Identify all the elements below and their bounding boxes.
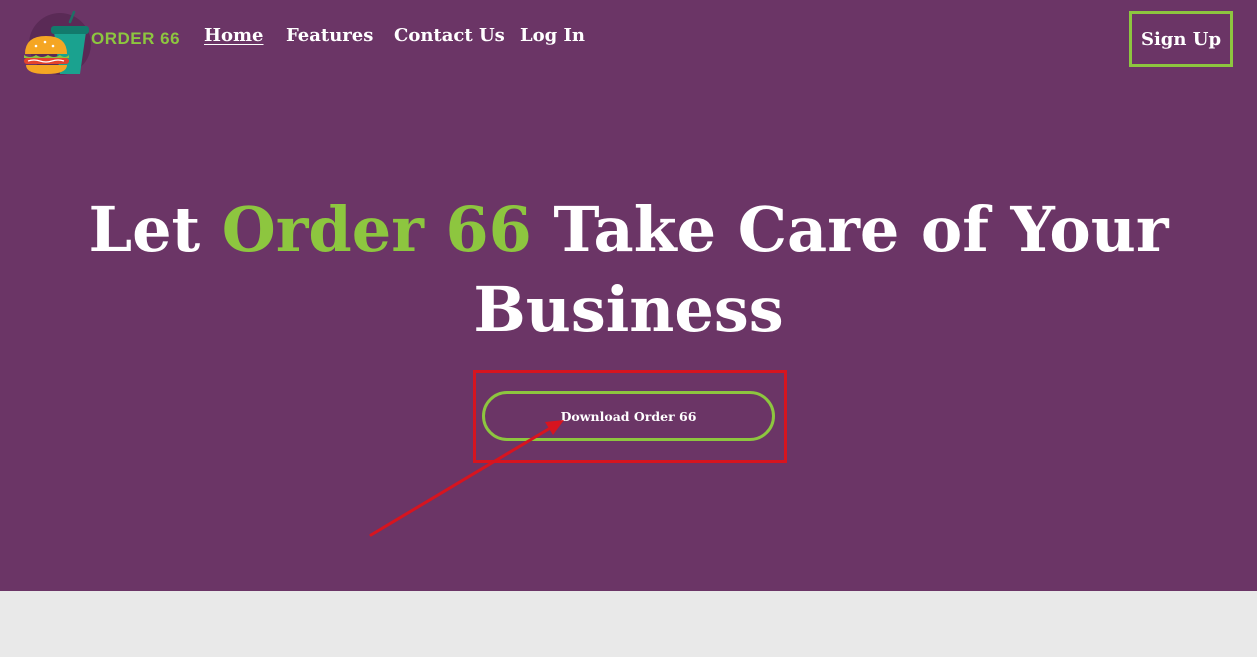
nav-link-features[interactable]: Features [286,25,373,46]
hero-section: ORDER 66 Home Features Contact Us Log In… [0,0,1257,591]
headline-brand-accent: Order 66 [221,193,532,266]
hero-headline: Let Order 66 Take Care of Your Business [0,190,1257,350]
headline-prefix: Let [88,193,222,266]
headline-suffix: Take Care of Your Business [473,193,1169,346]
nav-link-log-in[interactable]: Log In [520,25,585,46]
annotation-highlight-box [473,370,787,463]
sign-up-button[interactable]: Sign Up [1129,11,1233,67]
nav-link-home[interactable]: Home [204,25,264,46]
burger-and-drink-logo-icon [24,10,91,75]
brand-name: ORDER 66 [91,29,181,48]
brand-logo[interactable]: ORDER 66 [22,8,182,80]
content-section [0,591,1257,657]
nav-link-contact-us[interactable]: Contact Us [394,25,505,46]
